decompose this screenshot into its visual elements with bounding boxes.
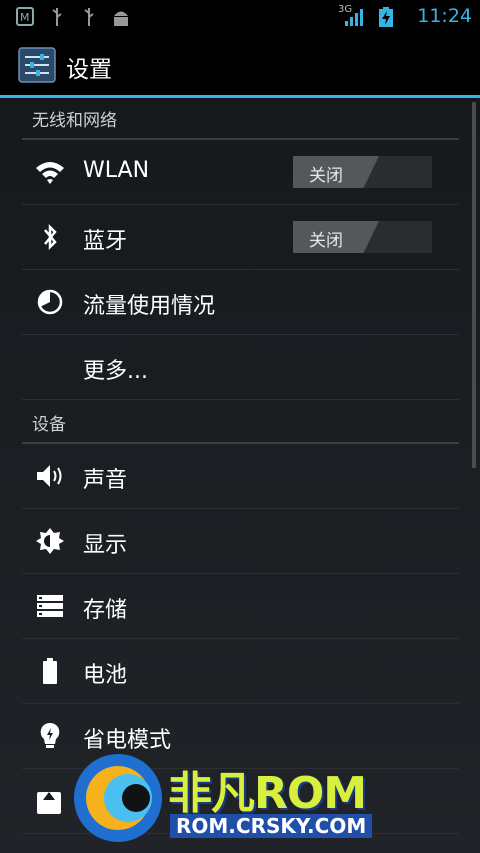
android-debug-icon (114, 11, 128, 26)
settings-item-wlan[interactable]: WLAN 关闭 (22, 140, 459, 205)
settings-item-label: 蓝牙 (83, 229, 128, 254)
wifi-icon (36, 162, 64, 184)
settings-item-label: 电池 (83, 663, 128, 688)
clock: 11:24 (417, 5, 472, 27)
settings-item-label: 声音 (83, 468, 128, 493)
settings-item-battery[interactable]: 电池 (22, 639, 459, 704)
settings-item-more[interactable]: 更多... (22, 335, 459, 400)
section-header-label: 设备 (32, 415, 66, 435)
watermark-brand: 非凡ROM (168, 768, 367, 819)
scrollbar[interactable] (472, 102, 476, 468)
section-header-device: 设备 (22, 402, 459, 444)
bluetooth-icon (44, 223, 57, 251)
toggle-label: 关闭 (309, 166, 343, 186)
data-usage-icon (37, 289, 63, 315)
settings-item-bluetooth[interactable]: 蓝牙 关闭 (22, 205, 459, 270)
settings-item-data-usage[interactable]: 流量使用情况 (22, 270, 459, 335)
settings-list[interactable]: 无线和网络 WLAN 关闭 蓝牙 关闭 流量使用情况 更多... 设备 声音 显… (0, 98, 480, 853)
settings-icon[interactable] (18, 47, 56, 83)
wlan-toggle[interactable]: 关闭 (293, 156, 432, 188)
signal-icon (345, 9, 363, 26)
settings-item-sound[interactable]: 声音 (22, 444, 459, 509)
svg-text:M: M (20, 11, 30, 24)
status-bar: M 3G 11:24 (0, 0, 480, 34)
mail-app-icon: M (16, 7, 34, 26)
speaker-icon (37, 465, 62, 487)
action-bar: 设置 (0, 34, 480, 96)
settings-item-display[interactable]: 显示 (22, 509, 459, 574)
usb-icon (84, 8, 94, 26)
section-header-wireless: 无线和网络 (22, 98, 459, 140)
page-title: 设置 (66, 57, 112, 83)
apps-icon (37, 792, 61, 814)
battery-charging-icon (379, 7, 393, 27)
lightbulb-icon (40, 722, 60, 748)
settings-item-label: 更多... (83, 359, 148, 384)
storage-icon (37, 595, 63, 617)
settings-item-label: 显示 (83, 533, 128, 558)
battery-icon (43, 658, 57, 684)
settings-item-label: 流量使用情况 (83, 294, 216, 319)
brightness-icon (36, 528, 64, 554)
settings-item-label: 存储 (83, 598, 128, 623)
settings-item-storage[interactable]: 存储 (22, 574, 459, 639)
section-header-label: 无线和网络 (32, 111, 117, 131)
usb-icon (52, 8, 62, 26)
toggle-label: 关闭 (309, 231, 343, 251)
settings-item-label: WLAN (83, 158, 150, 183)
bluetooth-toggle[interactable]: 关闭 (293, 221, 432, 253)
watermark-url: ROM.CRSKY.COM (170, 814, 373, 838)
